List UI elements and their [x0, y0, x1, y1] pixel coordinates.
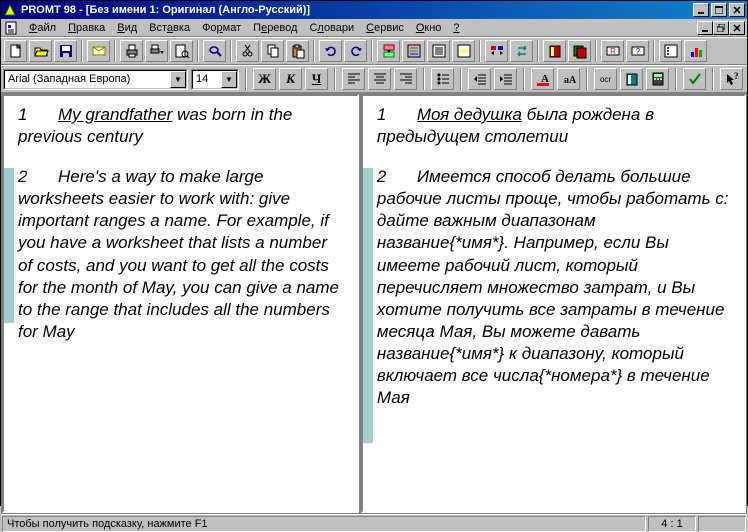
menu-edit[interactable]: Правка	[62, 21, 111, 35]
outdent-button[interactable]	[468, 68, 491, 90]
workspace: 1My grandfather was born in the previous…	[1, 93, 747, 514]
dict-button[interactable]	[543, 40, 566, 62]
menu-service[interactable]: Сервис	[360, 21, 410, 35]
print-preview-button[interactable]	[170, 40, 193, 62]
save-button[interactable]	[54, 40, 77, 62]
mail-button[interactable]	[87, 40, 110, 62]
char-button[interactable]: aA	[557, 68, 580, 90]
checkmark-button[interactable]	[683, 68, 706, 90]
redo-button[interactable]	[344, 40, 367, 62]
italic-button[interactable]: К	[279, 68, 302, 90]
bullets-button[interactable]	[431, 68, 454, 90]
swap-button[interactable]	[510, 40, 533, 62]
translate-para-button[interactable]	[402, 40, 425, 62]
stats-button[interactable]	[684, 40, 707, 62]
copy-button[interactable]	[261, 40, 284, 62]
mdi-restore-button[interactable]	[713, 21, 729, 35]
new-button[interactable]	[4, 40, 27, 62]
translate-down-button[interactable]	[377, 40, 400, 62]
status-extra	[698, 516, 746, 532]
cut-button[interactable]	[236, 40, 259, 62]
format-toolbar: Arial (Западная Европа) ▼ 14 ▼ Ж К Ч A a…	[1, 65, 747, 93]
menu-bar: Файл Правка Вид Вставка Формат Перевод С…	[1, 19, 747, 37]
status-bar: Чтобы получить подсказку, нажмите F1 4 :…	[1, 514, 747, 532]
menu-view[interactable]: Вид	[111, 21, 143, 35]
svg-text:?: ?	[734, 72, 739, 81]
dict2-button[interactable]	[568, 40, 591, 62]
options-button[interactable]	[659, 40, 682, 62]
menu-translate[interactable]: Перевод	[247, 21, 303, 35]
font-combo[interactable]: Arial (Западная Европа) ▼	[3, 69, 188, 90]
find-button[interactable]	[203, 40, 226, 62]
menu-window[interactable]: Окно	[410, 21, 448, 35]
paragraph-marker-icon	[4, 168, 14, 323]
mdi-minimize-button[interactable]	[697, 21, 713, 35]
calc-button[interactable]	[646, 68, 669, 90]
paste-button[interactable]	[286, 40, 309, 62]
menu-insert[interactable]: Вставка	[143, 21, 196, 35]
font-name: Arial (Западная Европа)	[8, 73, 130, 85]
minimize-button[interactable]	[693, 3, 709, 17]
direction-button[interactable]	[485, 40, 508, 62]
source-paragraph-1: 1My grandfather was born in the previous…	[18, 104, 343, 148]
close-button[interactable]	[729, 3, 745, 17]
title-bar: PROMT 98 - [Без имени 1: Оригинал (Англо…	[1, 1, 747, 19]
main-toolbar: R ?	[1, 37, 747, 65]
source-paragraph-2: 2Here's a way to make large worksheets e…	[18, 166, 343, 343]
svg-text:aA: aA	[564, 75, 576, 86]
mdi-close-button[interactable]	[729, 21, 745, 35]
reserved-button[interactable]: R	[601, 40, 624, 62]
indent-button[interactable]	[494, 68, 517, 90]
maximize-button[interactable]	[711, 3, 727, 17]
ocr-button[interactable]: ocr	[594, 68, 617, 90]
open-button[interactable]	[29, 40, 52, 62]
menu-dictionaries[interactable]: Словари	[303, 21, 360, 35]
svg-text:R: R	[610, 47, 616, 56]
svg-text:?: ?	[635, 47, 640, 56]
app-icon	[3, 3, 17, 17]
font-size: 14	[196, 73, 208, 85]
chevron-down-icon[interactable]: ▼	[170, 71, 186, 88]
source-pane[interactable]: 1My grandfather was born in the previous…	[2, 94, 359, 513]
size-combo[interactable]: 14 ▼	[191, 69, 239, 90]
align-center-button[interactable]	[368, 68, 391, 90]
translation-paragraph-2: 2Имеется способ делать большие рабочие л…	[377, 166, 730, 409]
translate-all-button[interactable]	[427, 40, 450, 62]
translation-pane[interactable]: 1Моя дедушка была рождена в предыдущем с…	[361, 94, 746, 513]
translation-paragraph-1: 1Моя дедушка была рождена в предыдущем с…	[377, 104, 730, 148]
menu-format[interactable]: Формат	[196, 21, 247, 35]
font-color-button[interactable]: A	[531, 68, 554, 90]
translate-selection-button[interactable]	[452, 40, 475, 62]
window-title: PROMT 98 - [Без имени 1: Оригинал (Англо…	[21, 4, 691, 16]
underline-button[interactable]: Ч	[305, 68, 328, 90]
dict-lookup-button[interactable]	[620, 68, 643, 90]
menu-help[interactable]: ?	[447, 21, 465, 35]
print-button[interactable]	[120, 40, 143, 62]
undo-button[interactable]	[319, 40, 342, 62]
paragraph-marker-icon	[363, 168, 373, 443]
menu-file[interactable]: Файл	[23, 21, 62, 35]
unknown-button[interactable]: ?	[626, 40, 649, 62]
help-pointer-button[interactable]: ?	[720, 68, 743, 90]
chevron-down-icon[interactable]: ▼	[221, 71, 237, 88]
bold-button[interactable]: Ж	[253, 68, 276, 90]
status-position: 4 : 1	[648, 516, 696, 532]
align-left-button[interactable]	[342, 68, 365, 90]
print-dropdown-button[interactable]	[145, 40, 168, 62]
document-icon[interactable]	[3, 20, 19, 36]
align-right-button[interactable]	[394, 68, 417, 90]
status-hint: Чтобы получить подсказку, нажмите F1	[2, 516, 646, 532]
